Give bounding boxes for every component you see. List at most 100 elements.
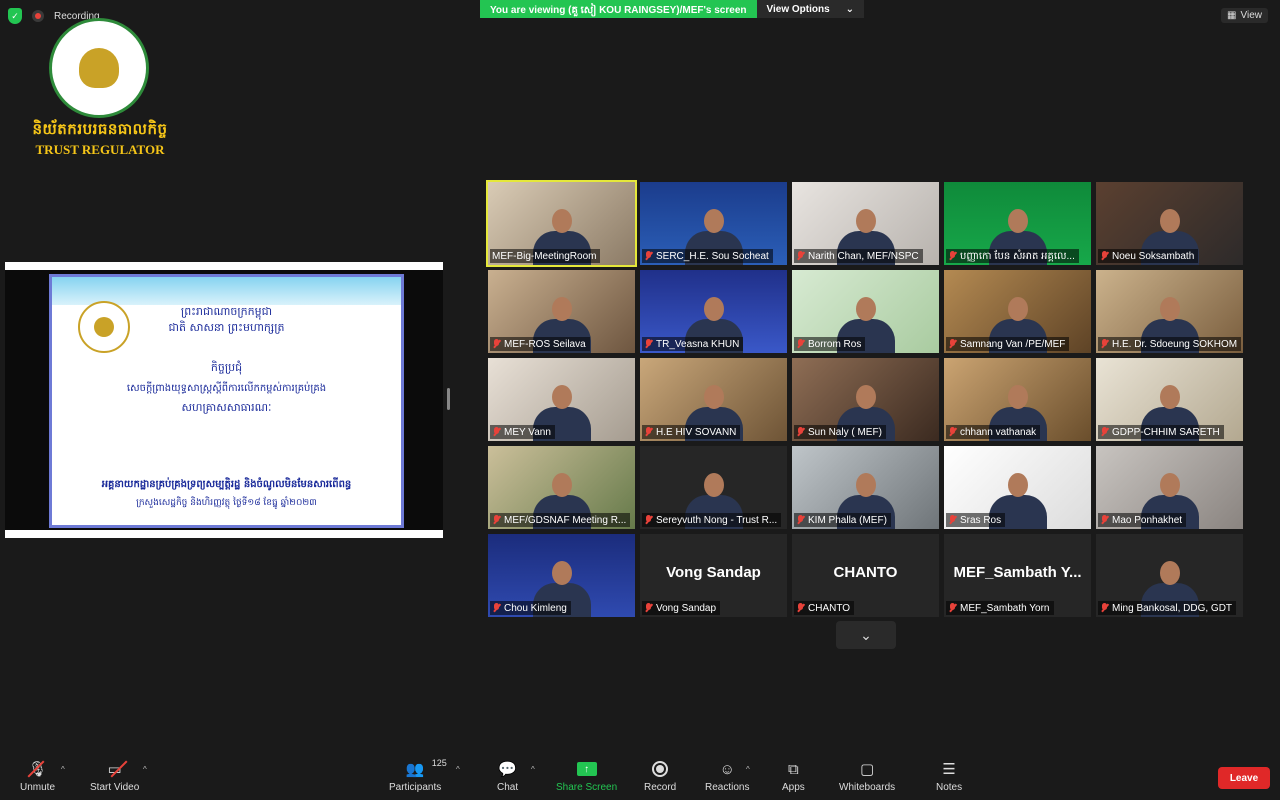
- participant-name-label: MEF-Big-MeetingRoom: [490, 249, 601, 263]
- split-drag-handle[interactable]: [447, 388, 450, 410]
- participants-button[interactable]: 👥 125 Participants: [389, 758, 447, 793]
- microphone-muted-icon: [492, 427, 501, 437]
- view-label: View: [1240, 10, 1263, 21]
- participant-name-label: MEF_Sambath Yorn: [946, 601, 1054, 615]
- microphone-muted-icon: [796, 515, 805, 525]
- participant-name-label: Sras Ros: [946, 513, 1006, 527]
- participant-tile[interactable]: MEY Vann: [488, 358, 635, 441]
- gallery-next-page-button[interactable]: ⌄: [836, 621, 896, 649]
- participant-tile[interactable]: MEF_Sambath Y... MEF_Sambath Yorn: [944, 534, 1091, 617]
- participant-name: បញ្ញាកោ បែន សំអាត អគ្គលេ...: [960, 250, 1075, 262]
- participant-name-label: chhann vathanak: [946, 425, 1041, 439]
- chevron-down-icon: ⌄: [845, 3, 855, 15]
- participant-name: chhann vathanak: [960, 426, 1037, 438]
- participant-name: MEF-Big-MeetingRoom: [492, 250, 597, 262]
- slide-line: សេចក្តីព្រាងយុទ្ធសាស្ត្រស្តីពីការលើកកម្ព…: [126, 383, 327, 394]
- chat-options-caret[interactable]: ^: [531, 765, 535, 774]
- participant-tile[interactable]: Sras Ros: [944, 446, 1091, 529]
- participant-tile[interactable]: Samnang Van /PE/MEF: [944, 270, 1091, 353]
- participant-name-label: CHANTO: [794, 601, 855, 615]
- microphone-muted-icon: [796, 427, 805, 437]
- microphone-muted-icon: [1100, 603, 1109, 613]
- reactions-button[interactable]: ☺ Reactions: [705, 760, 749, 794]
- participant-tile[interactable]: Ming Bankosal, DDG, GDT: [1096, 534, 1243, 617]
- participant-tile[interactable]: Narith Chan, MEF/NSPC: [792, 182, 939, 265]
- participants-icon: 👥 125: [405, 758, 447, 778]
- participant-tile[interactable]: MEF/GDSNAF Meeting R...: [488, 446, 635, 529]
- slide-line: ជាតិ សាសនា ព្រះមហាក្សត្រ: [168, 321, 285, 334]
- participant-name: MEF_Sambath Yorn: [960, 602, 1050, 614]
- record-button[interactable]: Record: [644, 760, 676, 793]
- view-options-button[interactable]: View Options ⌄: [756, 0, 865, 18]
- bird-icon: [79, 48, 119, 88]
- participant-tile[interactable]: MEF-ROS Seilava: [488, 270, 635, 353]
- reactions-options-caret[interactable]: ^: [746, 765, 750, 774]
- microphone-muted-icon: [492, 515, 501, 525]
- participant-name-label: MEF/GDSNAF Meeting R...: [490, 513, 631, 527]
- microphone-muted-icon: [644, 427, 653, 437]
- chat-button[interactable]: 💬 Chat: [497, 760, 518, 793]
- participant-tile[interactable]: Noeu Soksambath: [1096, 182, 1243, 265]
- participant-tile[interactable]: H.E. Dr. Sdoeung SOKHOM: [1096, 270, 1243, 353]
- participant-tile[interactable]: Mao Ponhakhet: [1096, 446, 1243, 529]
- notes-label: Notes: [936, 782, 963, 793]
- slide-line: សហគ្រាសសាធារណៈ: [181, 401, 272, 414]
- participant-name-label: Noeu Soksambath: [1098, 249, 1199, 263]
- shared-screen[interactable]: ព្រះរាជាណាចក្រកម្ពុជា ជាតិ សាសនា ព្រះមហា…: [5, 262, 443, 538]
- participant-tile[interactable]: Chou Kimleng: [488, 534, 635, 617]
- participant-name: Sun Naly ( MEF): [808, 426, 882, 438]
- participant-tile[interactable]: KIM Phalla (MEF): [792, 446, 939, 529]
- logo-english-text: TRUST REGULATOR: [35, 142, 165, 157]
- microphone-muted-icon: [1100, 339, 1109, 349]
- participant-tile[interactable]: CHANTO CHANTO: [792, 534, 939, 617]
- participant-tile[interactable]: Sun Naly ( MEF): [792, 358, 939, 441]
- participant-name: GDPP-CHHIM SARETH: [1112, 426, 1220, 438]
- participant-tile[interactable]: បញ្ញាកោ បែន សំអាត អគ្គលេ...: [944, 182, 1091, 265]
- video-options-caret[interactable]: ^: [143, 765, 147, 774]
- view-button[interactable]: ▦ View: [1221, 8, 1268, 23]
- microphone-muted-icon: [948, 603, 957, 613]
- participant-tile[interactable]: SERC_H.E. Sou Socheat: [640, 182, 787, 265]
- unmute-button[interactable]: 🎙 Unmute: [20, 760, 55, 793]
- leave-button[interactable]: Leave: [1218, 767, 1270, 789]
- participant-name-label: SERC_H.E. Sou Socheat: [642, 249, 773, 263]
- participant-name-label: Ming Bankosal, DDG, GDT: [1098, 601, 1237, 615]
- microphone-muted-icon: [796, 603, 805, 613]
- slide-line: កិច្ចប្រជុំ: [210, 361, 243, 374]
- participant-name: Borrom Ros: [808, 338, 862, 350]
- participants-count: 125: [431, 758, 447, 768]
- apps-button[interactable]: ⧉ Apps: [782, 760, 805, 794]
- microphone-muted-icon: [948, 339, 957, 349]
- microphone-muted-icon: [1100, 251, 1109, 261]
- start-video-button[interactable]: ▭ Start Video: [90, 760, 139, 793]
- smiley-plus-icon: ☺: [719, 760, 735, 778]
- apps-label: Apps: [782, 782, 805, 793]
- audio-options-caret[interactable]: ^: [61, 765, 65, 774]
- notes-button[interactable]: ☰ Notes: [936, 760, 962, 793]
- slide-line: អគ្គនាយកដ្ឋានគ្រប់គ្រងទ្រព្យសម្បត្តិរដ្ឋ…: [101, 479, 352, 490]
- participant-name: Ming Bankosal, DDG, GDT: [1112, 602, 1233, 614]
- microphone-muted-icon: [948, 427, 957, 437]
- participant-name: TR_Veasna KHUN: [656, 338, 740, 350]
- participant-tile[interactable]: chhann vathanak: [944, 358, 1091, 441]
- share-screen-button[interactable]: ↑ Share Screen: [556, 760, 617, 793]
- microphone-muted-icon: [1100, 427, 1109, 437]
- whiteboards-label: Whiteboards: [839, 782, 896, 793]
- participant-tile[interactable]: Sereyvuth Nong - Trust R...: [640, 446, 787, 529]
- participant-tile[interactable]: Borrom Ros: [792, 270, 939, 353]
- participant-tile[interactable]: MEF-Big-MeetingRoom: [486, 180, 637, 267]
- participants-options-caret[interactable]: ^: [456, 765, 460, 774]
- participant-tile[interactable]: TR_Veasna KHUN: [640, 270, 787, 353]
- whiteboard-icon: ▢: [859, 761, 875, 778]
- participant-name: Chou Kimleng: [504, 602, 567, 614]
- participant-name: Sereyvuth Nong - Trust R...: [656, 514, 778, 526]
- microphone-muted-icon: [644, 339, 653, 349]
- share-screen-icon: ↑: [576, 760, 597, 778]
- participant-tile[interactable]: Vong Sandap Vong Sandap: [640, 534, 787, 617]
- whiteboards-button[interactable]: ▢ Whiteboards: [839, 760, 895, 793]
- chevron-down-icon: ⌄: [860, 626, 872, 643]
- microphone-muted-icon: [644, 251, 653, 261]
- participant-tile[interactable]: H.E HIV SOVANN: [640, 358, 787, 441]
- shield-icon[interactable]: ✓: [8, 8, 22, 24]
- participant-tile[interactable]: GDPP-CHHIM SARETH: [1096, 358, 1243, 441]
